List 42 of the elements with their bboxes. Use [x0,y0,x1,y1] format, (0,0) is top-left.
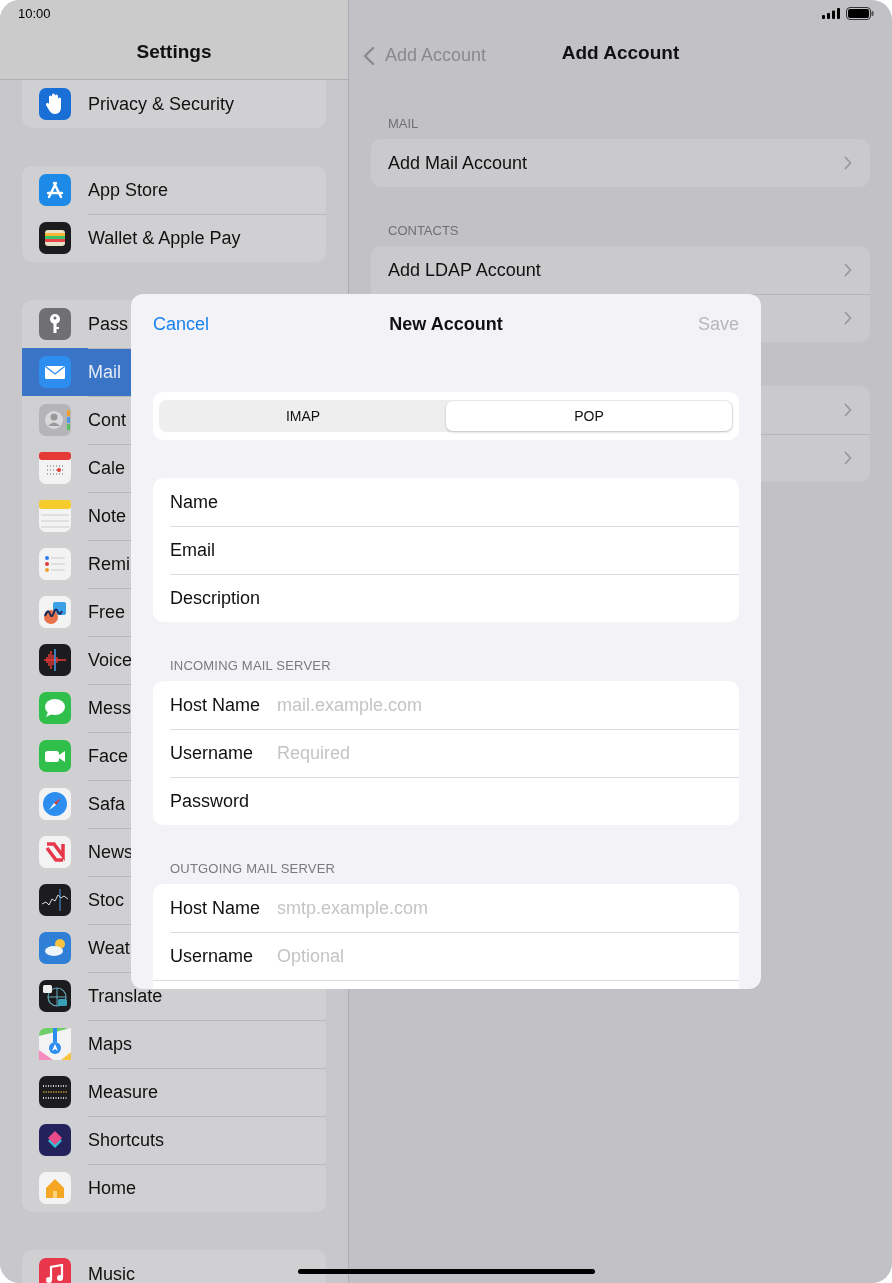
field-label: Host Name [170,694,262,716]
field-label: Username [170,945,255,967]
settings-item-label: Maps [88,1033,132,1055]
field-label: Name [170,491,219,513]
section-header: MAIL [387,115,420,133]
settings-item-label: Measure [88,1081,159,1103]
settings-item-label: App Store [88,179,169,201]
settings-item-label: Music [88,1263,135,1283]
row-label: Add LDAP Account [388,259,541,281]
status-time: 10:00 [18,5,51,21]
settings-item-label: Face [88,745,129,767]
sheet-title: New Account [389,313,503,335]
field-label: Host Name [170,897,262,919]
row-label: Add Mail Account [388,152,528,174]
settings-item-label: Privacy & Security [88,93,235,115]
settings-item-label: Remi [88,553,130,575]
settings-item-label: News [88,841,133,863]
settings-item-label: Mess [88,697,131,719]
settings-item-label: Cale [88,457,126,479]
page-title: Add Account [561,42,680,64]
field-label: Description [170,587,262,609]
settings-item-label: Shortcuts [88,1129,165,1151]
settings-item-label: Translate [88,985,163,1007]
settings-item-label: Mail [88,361,121,383]
settings-item-label: Stoc [88,889,125,911]
section-header: CONTACTS [387,222,460,240]
settings-item-label: Weat [88,937,130,959]
settings-item-label: Safa [88,793,126,815]
settings-item-label: Voice [88,649,133,671]
field-label: Username [170,742,255,764]
field-label: Email [170,539,216,561]
settings-item-label: Home [88,1177,136,1199]
back-label: Add Account [385,45,487,66]
settings-item-label: Pass [88,313,129,335]
settings-item-label: Cont [88,409,127,431]
settings-item-label: Free [88,601,125,623]
section-header: OUTGOING MAIL SERVER [169,860,337,878]
field-label: Password [170,790,251,812]
settings-item-label: Wallet & Apple Pay [88,227,241,249]
settings-item-label: Note [88,505,127,527]
sidebar-title: Settings [136,41,212,63]
section-header: INCOMING MAIL SERVER [169,657,332,675]
